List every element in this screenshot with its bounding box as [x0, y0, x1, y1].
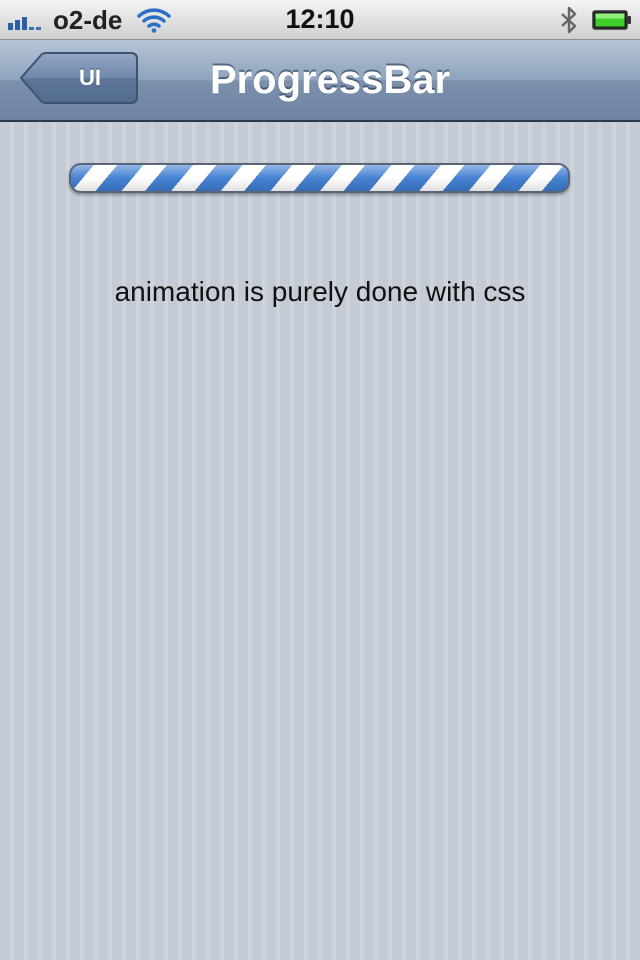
navigation-bar: UI ProgressBar — [0, 40, 640, 122]
status-bar: o2-de 12:10 — [0, 0, 640, 40]
caption-text: animation is purely done with css — [114, 276, 526, 307]
bluetooth-icon — [561, 6, 577, 34]
progress-fill — [71, 165, 568, 191]
page-title: ProgressBar — [209, 58, 451, 102]
progress-bar — [69, 163, 570, 193]
battery-icon — [592, 10, 631, 30]
status-time: 12:10 — [285, 4, 355, 34]
